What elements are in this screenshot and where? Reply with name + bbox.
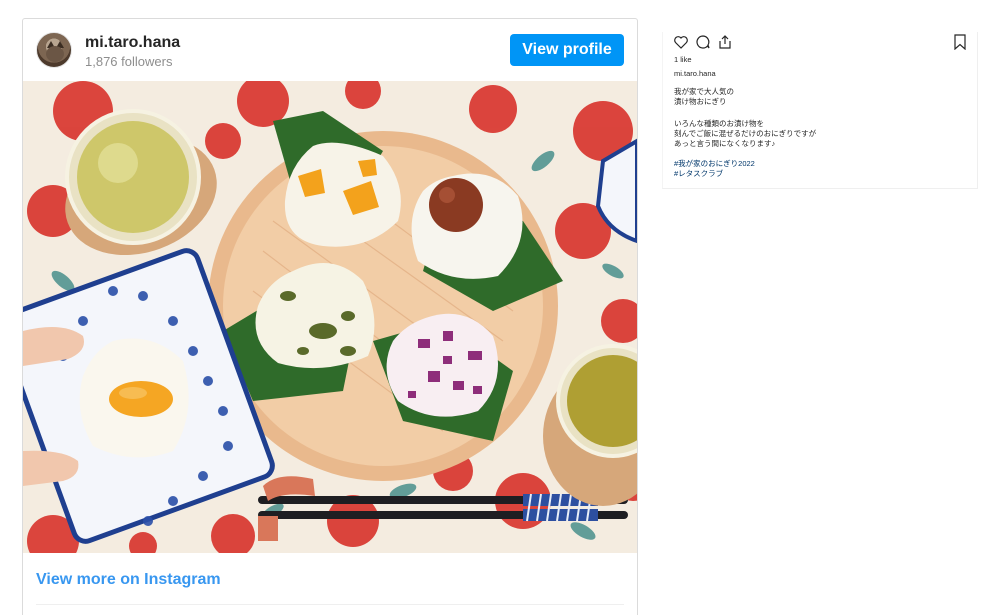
follower-count: 1,876 followers — [85, 54, 173, 69]
post-details-panel: 1 like mi.taro.hana 我が家で大人気の 漬け物おにぎり いろん… — [662, 32, 978, 189]
caption-line: あっと言う間になくなります♪ — [674, 139, 776, 148]
caption-line: 我が家で大人気の — [674, 87, 734, 96]
caption-line: 刻んでご飯に混ぜるだけのおにぎりですが — [674, 129, 817, 138]
hashtag-link[interactable]: #レタスクラブ — [674, 169, 723, 179]
post-photo[interactable] — [23, 81, 637, 553]
comment-icon[interactable] — [695, 34, 711, 50]
embed-divider — [36, 604, 624, 605]
username-link[interactable]: mi.taro.hana — [85, 34, 180, 52]
share-icon[interactable] — [717, 34, 733, 50]
onigiri-photo-illustration — [23, 81, 637, 553]
heart-icon[interactable] — [673, 34, 689, 50]
onigiri-umeboshi — [411, 173, 523, 279]
like-count[interactable]: 1 like — [674, 55, 692, 64]
embed-footer-icons — [36, 611, 626, 615]
caption-username[interactable]: mi.taro.hana — [674, 69, 716, 78]
caption-line: 漬け物おにぎり — [674, 97, 727, 106]
action-icons — [673, 34, 733, 52]
hashtag-link[interactable]: #我が家のおにぎり2022 — [674, 159, 755, 169]
onigiri-yolk — [79, 338, 189, 458]
onigiri-orange — [284, 142, 401, 247]
avatar-cat-face — [46, 46, 64, 62]
view-more-link[interactable]: View more on Instagram — [36, 571, 221, 589]
caption-line: いろんな種類のお漬け物を — [674, 119, 764, 128]
embed-header: mi.taro.hana 1,876 followers View profil… — [23, 19, 637, 81]
bookmark-icon[interactable] — [953, 34, 967, 50]
instagram-embed-card: mi.taro.hana 1,876 followers View profil… — [22, 18, 638, 615]
avatar[interactable] — [36, 32, 72, 68]
view-profile-button[interactable]: View profile — [510, 34, 624, 66]
